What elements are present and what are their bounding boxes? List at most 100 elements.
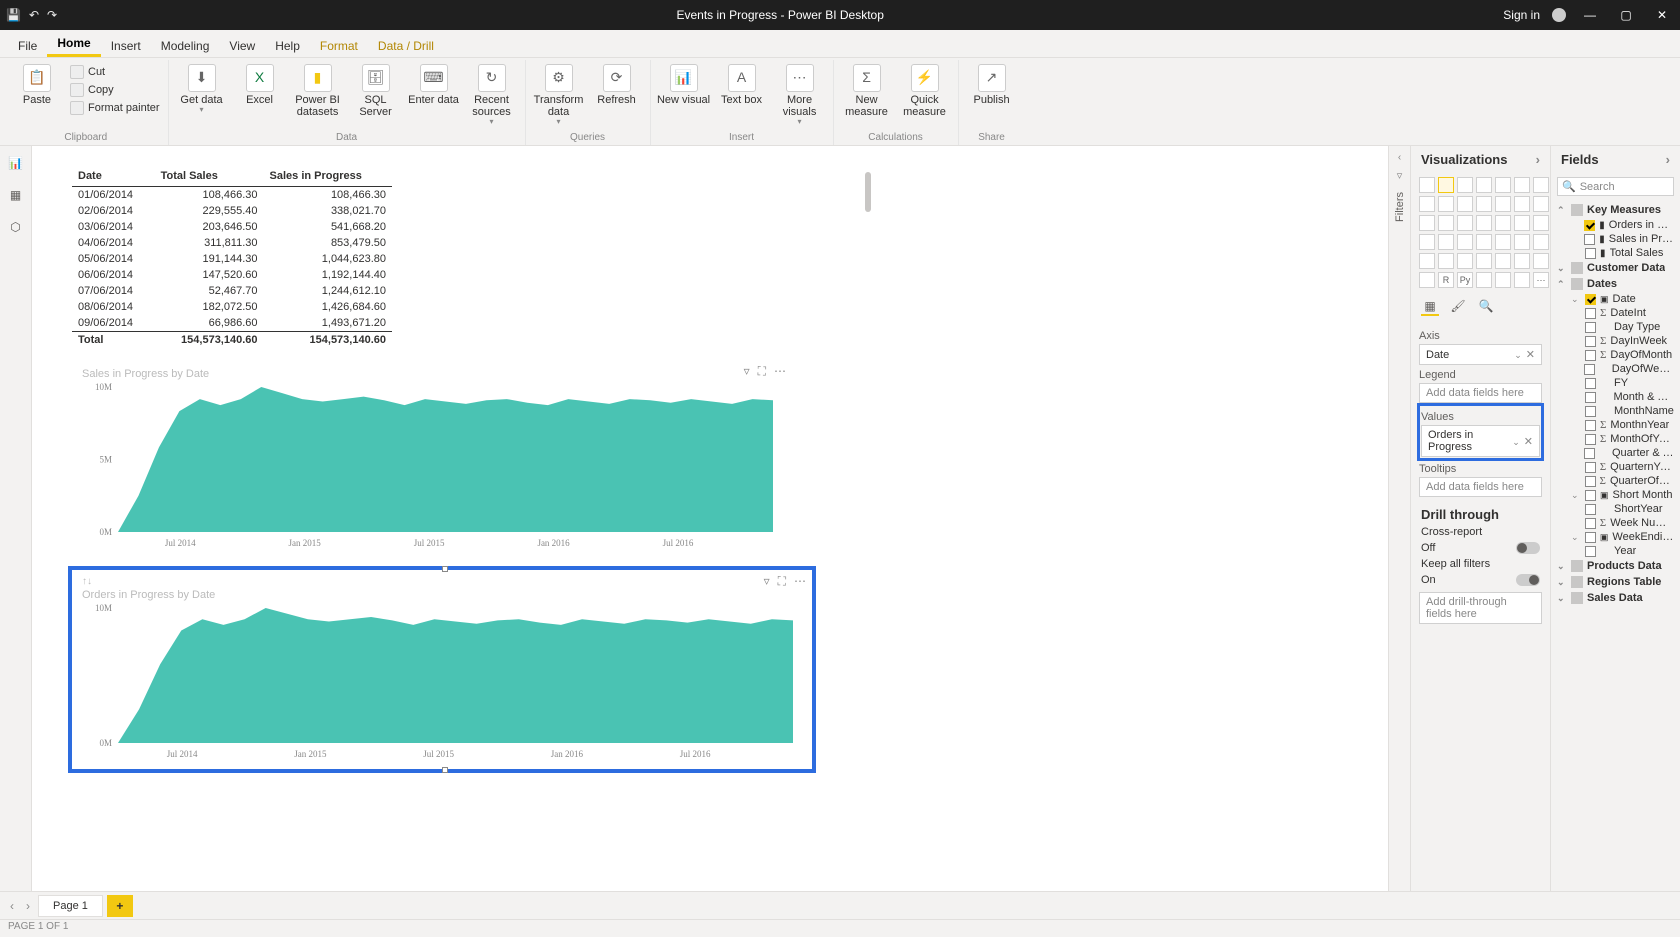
checkbox[interactable] xyxy=(1585,462,1596,473)
checkbox[interactable] xyxy=(1585,308,1596,319)
paste-button[interactable]: 📋Paste xyxy=(10,60,64,106)
report-view-icon[interactable]: 📊 xyxy=(7,154,25,172)
field-node[interactable]: ΣDayOfMonth xyxy=(1557,348,1674,362)
viz-type-button[interactable]: R xyxy=(1438,272,1454,288)
keep-filters-toggle[interactable] xyxy=(1516,574,1540,586)
maximize-icon[interactable]: ▢ xyxy=(1614,8,1638,22)
page-tab[interactable]: Page 1 xyxy=(38,895,103,917)
table-row[interactable]: 05/06/2014191,144.301,044,623.80 xyxy=(72,251,392,267)
fields-search[interactable]: 🔍 Search xyxy=(1557,177,1674,196)
tab-insert[interactable]: Insert xyxy=(101,35,151,57)
drillthrough-well[interactable]: Add drill-through fields here xyxy=(1419,592,1542,624)
checkbox[interactable] xyxy=(1584,220,1595,231)
table-header[interactable]: Date xyxy=(72,166,155,187)
tooltips-well[interactable]: Add data fields here xyxy=(1419,477,1542,497)
table-header[interactable]: Sales in Progress xyxy=(264,166,392,187)
viz-type-button[interactable] xyxy=(1419,234,1435,250)
drill-icons[interactable]: ↑↓ xyxy=(78,576,806,587)
viz-type-button[interactable] xyxy=(1438,253,1454,269)
cut-button[interactable]: Cut xyxy=(68,64,162,80)
viz-type-button[interactable] xyxy=(1476,177,1492,193)
checkbox[interactable] xyxy=(1585,490,1596,501)
viz-type-button[interactable] xyxy=(1438,177,1454,193)
field-node[interactable]: Quarter & Y… xyxy=(1557,446,1674,460)
field-node[interactable]: ΣQuarternYear xyxy=(1557,460,1674,474)
field-node[interactable]: ShortYear xyxy=(1557,502,1674,516)
field-node[interactable]: ⌄▣Date xyxy=(1557,292,1674,306)
checkbox[interactable] xyxy=(1585,350,1596,361)
save-icon[interactable]: 💾 xyxy=(6,8,21,22)
viz-type-button[interactable] xyxy=(1533,177,1549,193)
table-header[interactable]: Total Sales xyxy=(155,166,264,187)
viz-type-button[interactable] xyxy=(1514,177,1530,193)
viz-type-button[interactable] xyxy=(1457,196,1473,212)
filter-icon[interactable]: ▿ xyxy=(744,364,750,379)
viz-type-button[interactable] xyxy=(1495,234,1511,250)
checkbox[interactable] xyxy=(1584,448,1595,459)
resize-handle[interactable] xyxy=(442,566,448,572)
minimize-icon[interactable]: — xyxy=(1578,8,1602,22)
field-node[interactable]: Year xyxy=(1557,544,1674,558)
sql-server-button[interactable]: 🗄SQL Server xyxy=(349,60,403,118)
filters-pane-collapsed[interactable]: ‹ ▿ Filters xyxy=(1388,146,1410,891)
field-node[interactable]: Month & Y… xyxy=(1557,390,1674,404)
legend-well[interactable]: Add data fields here xyxy=(1419,383,1542,403)
add-page-button[interactable]: + xyxy=(107,895,133,917)
viz-type-button[interactable] xyxy=(1476,196,1492,212)
tab-modeling[interactable]: Modeling xyxy=(151,35,220,57)
excel-button[interactable]: XExcel xyxy=(233,60,287,106)
checkbox[interactable] xyxy=(1585,406,1596,417)
signin-link[interactable]: Sign in xyxy=(1503,8,1540,22)
redo-icon[interactable]: ↷ xyxy=(47,8,57,22)
tab-home[interactable]: Home xyxy=(47,32,100,57)
sales-chart-visual[interactable]: ▿ ⛶ ⋯ Sales in Progress by Date 0M5M10MJ… xyxy=(72,360,792,558)
new-measure-button[interactable]: ΣNew measure xyxy=(840,60,894,118)
table-row[interactable]: 01/06/2014108,466.30108,466.30 xyxy=(72,187,392,204)
page-next-icon[interactable]: › xyxy=(22,899,34,913)
focus-icon[interactable]: ⛶ xyxy=(778,574,786,589)
chevron-right-icon[interactable]: › xyxy=(1536,152,1540,167)
close-icon[interactable]: ✕ xyxy=(1650,8,1674,22)
fields-tab-icon[interactable]: ▦ xyxy=(1421,298,1439,316)
tab-view[interactable]: View xyxy=(219,35,265,57)
checkbox[interactable] xyxy=(1585,546,1596,557)
publish-button[interactable]: ↗Publish xyxy=(965,60,1019,106)
remove-icon[interactable]: ✕ xyxy=(1524,436,1533,448)
undo-icon[interactable]: ↶ xyxy=(29,8,39,22)
field-node[interactable]: ΣDateInt xyxy=(1557,306,1674,320)
field-node[interactable]: ΣDayInWeek xyxy=(1557,334,1674,348)
field-node[interactable]: MonthName xyxy=(1557,404,1674,418)
table-row[interactable]: 09/06/201466,986.601,493,671.20 xyxy=(72,315,392,332)
transform-data-button[interactable]: ⚙Transform data▾ xyxy=(532,60,586,127)
axis-well[interactable]: Date⌄✕ xyxy=(1419,344,1542,365)
model-view-icon[interactable]: ⬡ xyxy=(7,218,25,236)
viz-type-button[interactable] xyxy=(1533,215,1549,231)
viz-type-button[interactable] xyxy=(1476,234,1492,250)
pbi-datasets-button[interactable]: ▮Power BI datasets xyxy=(291,60,345,118)
field-node[interactable]: DayOfWeek… xyxy=(1557,362,1674,376)
format-tab-icon[interactable]: 🖌 xyxy=(1449,298,1467,316)
copy-button[interactable]: Copy xyxy=(68,82,162,98)
field-node[interactable]: FY xyxy=(1557,376,1674,390)
checkbox[interactable] xyxy=(1585,322,1596,333)
viz-type-button[interactable] xyxy=(1476,272,1492,288)
filter-icon[interactable]: ▿ xyxy=(764,574,770,589)
scrollbar[interactable] xyxy=(862,166,872,348)
checkbox[interactable] xyxy=(1584,234,1595,245)
viz-type-button[interactable] xyxy=(1495,253,1511,269)
field-node[interactable]: ▮Orders in Pr… xyxy=(1557,218,1674,232)
table-row[interactable]: 08/06/2014182,072.501,426,684.60 xyxy=(72,299,392,315)
field-node[interactable]: ▮Total Sales xyxy=(1557,246,1674,260)
field-node[interactable]: ΣWeek Num… xyxy=(1557,516,1674,530)
tab-data-drill[interactable]: Data / Drill xyxy=(368,35,444,57)
report-canvas[interactable]: DateTotal SalesSales in Progress 01/06/2… xyxy=(32,146,1388,891)
remove-icon[interactable]: ✕ xyxy=(1526,349,1535,361)
chevron-left-icon[interactable]: ‹ xyxy=(1398,152,1401,163)
viz-type-button[interactable]: ⋯ xyxy=(1533,272,1549,288)
viz-type-button[interactable] xyxy=(1476,215,1492,231)
page-prev-icon[interactable]: ‹ xyxy=(6,899,18,913)
checkbox[interactable] xyxy=(1585,392,1596,403)
table-row[interactable]: 06/06/2014147,520.601,192,144.40 xyxy=(72,267,392,283)
checkbox[interactable] xyxy=(1585,476,1596,487)
table-row[interactable]: 02/06/2014229,555.40338,021.70 xyxy=(72,203,392,219)
